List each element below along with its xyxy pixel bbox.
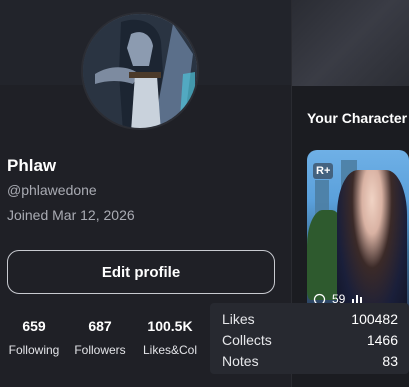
stat-likes-collects-value: 100.5K [147,318,193,334]
stat-following-value: 659 [22,318,46,334]
tooltip-likes-value: 100482 [351,311,398,327]
profile-handle: @phlawedone [7,182,97,198]
tooltip-notes-value: 83 [382,353,398,369]
tooltip-likes-label: Likes [222,311,255,327]
tooltip-collects-label: Collects [222,332,272,348]
section-title: Your Character [307,110,408,126]
tooltip-row-collects: Collects 1466 [222,332,398,348]
stat-followers-label: Followers [74,343,126,357]
stat-following-label: Following [8,343,60,357]
profile-name: Phlaw [7,156,57,175]
avatar-image [83,14,197,128]
stat-followers[interactable]: 687 Followers [72,318,128,357]
tooltip-collects-value: 1466 [366,332,398,348]
tooltip-row-notes: Notes 83 [222,353,398,369]
stat-following[interactable]: 659 Following [7,318,61,357]
stat-likes-collects-label: Likes&Col [142,343,198,357]
tooltip-row-likes: Likes 100482 [222,311,398,327]
banner-arc [312,0,409,86]
tooltip-notes-label: Notes [222,353,259,369]
stat-followers-value: 687 [88,318,112,334]
edit-profile-button[interactable]: Edit profile [7,250,275,294]
avatar[interactable] [81,12,199,130]
header-banner-image [292,0,409,86]
likes-collects-tooltip: Likes 100482 Collects 1466 Notes 83 [210,303,409,374]
stat-likes-collects[interactable]: 100.5K Likes&Col [139,318,201,357]
rating-badge: R+ [313,163,334,179]
profile-joined-date: Joined Mar 12, 2026 [7,207,135,223]
